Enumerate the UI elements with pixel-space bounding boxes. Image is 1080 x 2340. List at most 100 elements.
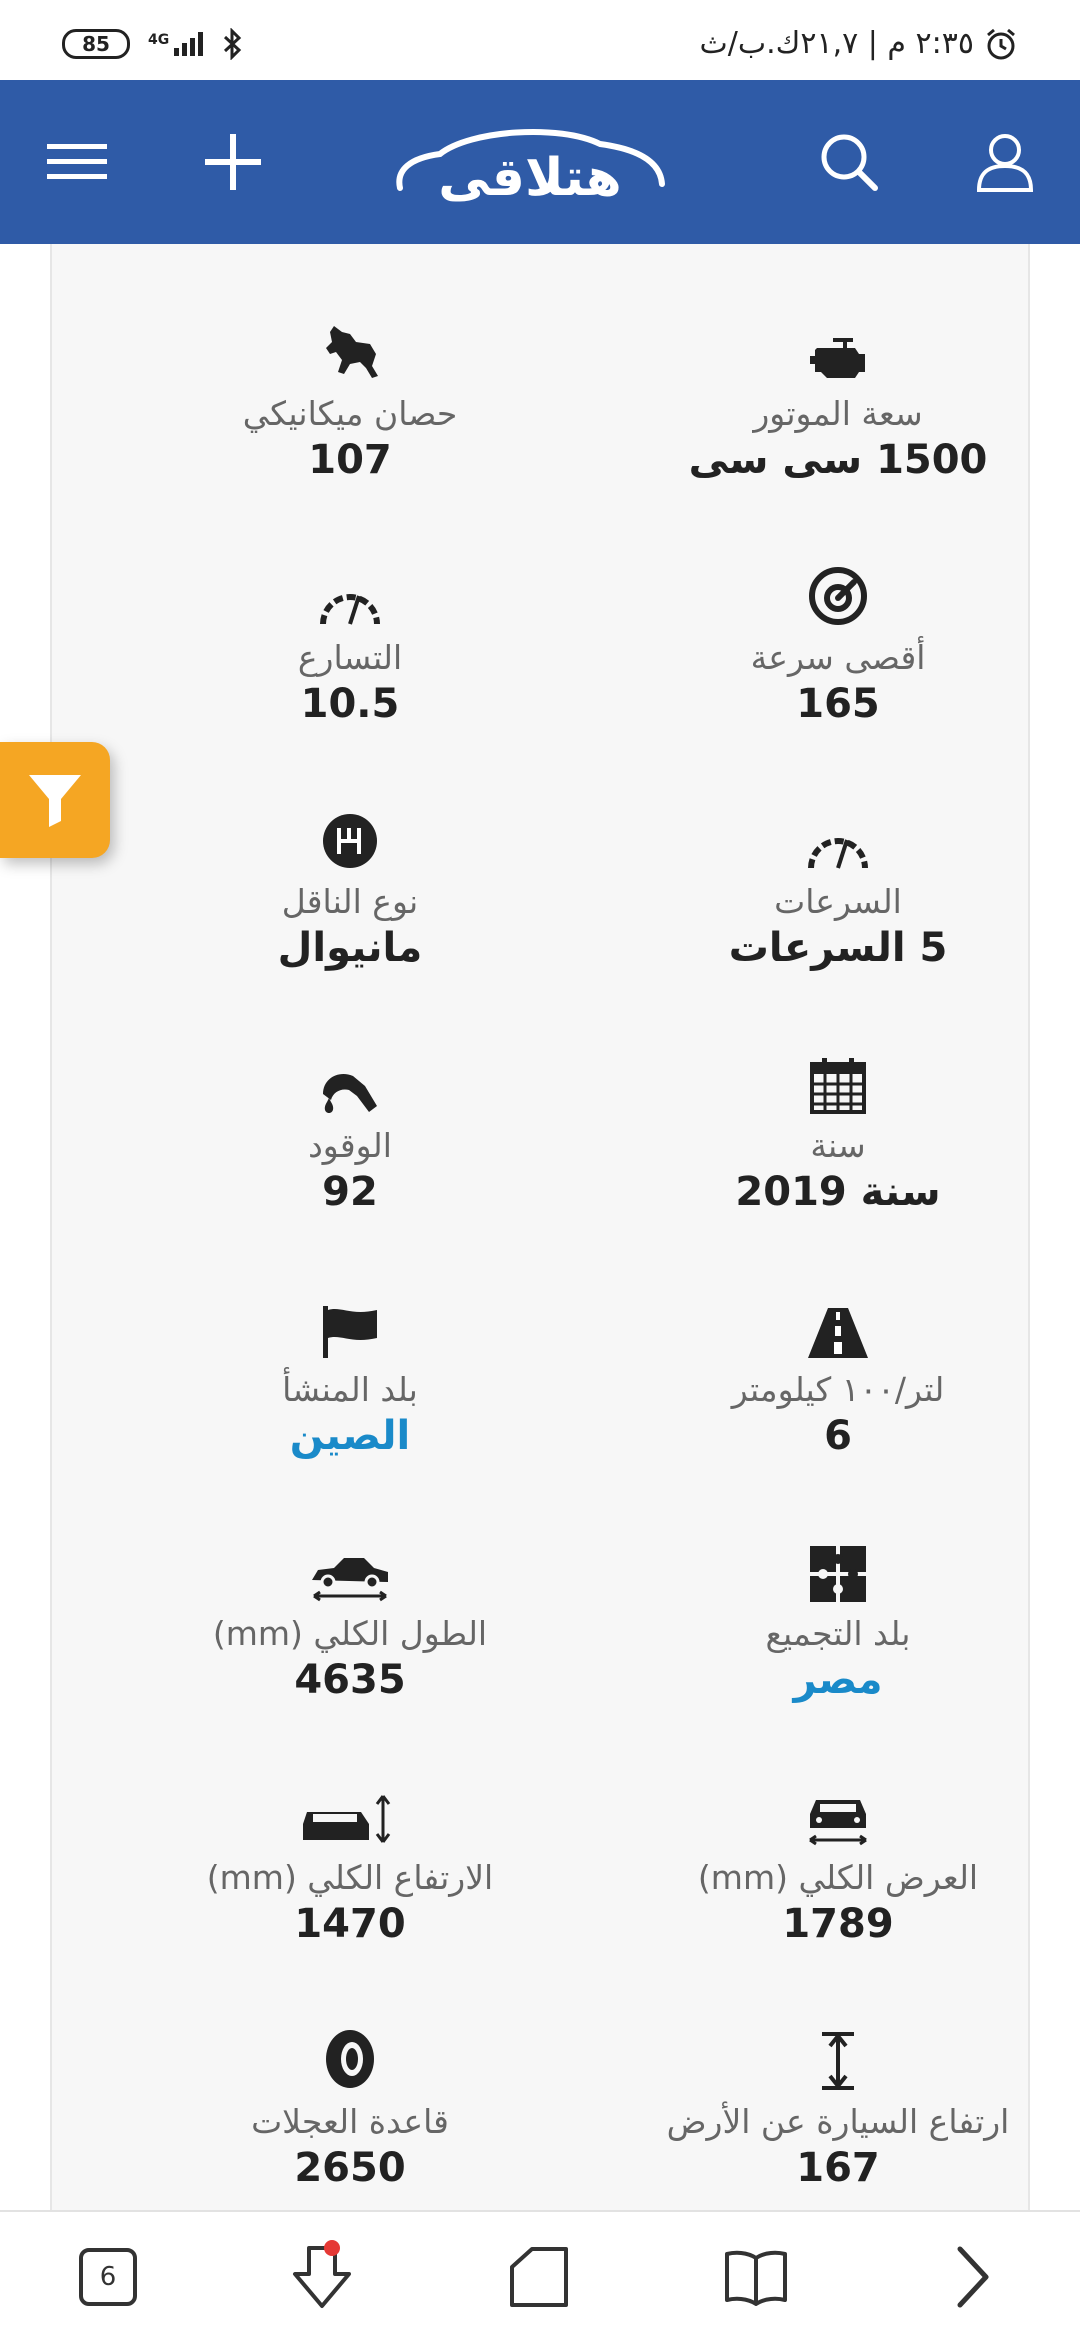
- spec-label: بلد المنشأ: [282, 1370, 418, 1409]
- spec-transmission: نوع الناقل مانيوال: [130, 800, 570, 971]
- spec-gears: السرعات 5 السرعات: [618, 800, 1058, 971]
- spec-value: 2650: [294, 2145, 406, 2191]
- spec-value: سنة 2019: [735, 1169, 941, 1215]
- spec-label: الارتفاع الكلي (mm): [206, 1858, 494, 1897]
- horse-icon: [326, 326, 378, 378]
- road-icon: [808, 1308, 868, 1358]
- spec-label: سعة الموتور: [753, 394, 923, 433]
- spec-label: لتر/١٠٠ كيلومتر: [731, 1370, 945, 1409]
- spec-value: 4635: [294, 1657, 406, 1703]
- spec-value: 1470: [294, 1901, 406, 1947]
- browser-bottom-nav: 6: [0, 2210, 1080, 2340]
- menu-button[interactable]: [22, 80, 132, 244]
- spec-value: 1500 سى سى: [688, 437, 988, 483]
- spec-label: الوقود: [308, 1126, 392, 1165]
- spec-value: 92: [322, 1169, 378, 1215]
- spec-value: 10.5: [300, 681, 400, 727]
- spec-value: 165: [796, 681, 880, 727]
- plus-icon: [205, 134, 261, 190]
- app-header: هتلاقى: [0, 80, 1080, 244]
- hamburger-icon: [47, 144, 107, 179]
- spec-label: قاعدة العجلات: [251, 2102, 449, 2141]
- account-button[interactable]: [950, 80, 1060, 244]
- tire-icon: [326, 2030, 374, 2088]
- speedometer-icon: [808, 838, 868, 869]
- gearbox-icon: [323, 814, 377, 868]
- max-speed-icon: [809, 567, 867, 625]
- spec-wheelbase: قاعدة العجلات 2650: [130, 2020, 570, 2191]
- speedometer-icon: [320, 594, 380, 625]
- home-icon: [510, 2247, 568, 2307]
- calendar-icon: [810, 1058, 866, 1114]
- spec-ground-clearance: ارتفاع السيارة عن الأرض 167: [618, 2020, 1058, 2191]
- fuel-pump-icon: [323, 1074, 377, 1113]
- bluetooth-icon: [224, 28, 242, 60]
- spec-origin-country: بلد المنشأ الصين: [130, 1288, 570, 1459]
- spec-label: أقصى سرعة: [750, 638, 926, 677]
- spec-acceleration: التسارع 10.5: [130, 556, 570, 727]
- spec-width: العرض الكلي (mm) 1789: [618, 1776, 1058, 1947]
- spec-engine: سعة الموتور 1500 سى سى: [618, 312, 1058, 483]
- status-bar: 85 4G ٢:٣٥ م | ٢١,٧ك.ب/ث: [0, 0, 1080, 80]
- spec-value: 107: [308, 437, 392, 483]
- chevron-right-icon: [957, 2246, 989, 2308]
- spec-label: العرض الكلي (mm): [697, 1858, 979, 1897]
- car-length-icon: [312, 1558, 388, 1602]
- spec-value: 5 السرعات: [728, 925, 948, 971]
- status-time: ٢:٣٥ م | ٢١,٧ك.ب/ث: [700, 26, 1019, 61]
- tabs-button[interactable]: 6: [48, 2212, 168, 2340]
- filter-button[interactable]: [0, 742, 110, 858]
- search-icon: [821, 134, 878, 191]
- add-button[interactable]: [178, 80, 288, 244]
- puzzle-icon: [810, 1546, 866, 1602]
- status-time-text: ٢:٣٥ م | ٢١,٧ك.ب/ث: [699, 26, 975, 61]
- notification-dot: [324, 2240, 340, 2256]
- spec-horsepower: حصان ميكانيكي 107: [130, 312, 570, 483]
- book-icon: [725, 2250, 787, 2306]
- spec-length: الطول الكلي (mm) 4635: [130, 1532, 570, 1703]
- site-logo[interactable]: هتلاقى: [390, 118, 670, 210]
- spec-label: حصان ميكانيكي: [242, 394, 458, 433]
- status-icons: 85 4G: [62, 28, 243, 60]
- home-button[interactable]: [480, 2212, 600, 2340]
- spec-label: ارتفاع السيارة عن الأرض: [666, 2102, 1010, 2141]
- spec-label: الطول الكلي (mm): [212, 1614, 488, 1653]
- spec-label: نوع الناقل: [281, 882, 419, 921]
- spec-max-speed: أقصى سرعة 165: [618, 556, 1058, 727]
- spec-value: 1789: [782, 1901, 894, 1947]
- spec-label: السرعات: [774, 882, 902, 921]
- origin-country-link[interactable]: الصين: [130, 1413, 570, 1459]
- downloads-button[interactable]: [262, 2212, 382, 2340]
- logo-text: هتلاقى: [438, 148, 622, 208]
- car-height-icon: [303, 1795, 391, 1843]
- spec-value: 167: [796, 2145, 880, 2191]
- spec-label: سنة: [810, 1126, 866, 1165]
- car-width-icon: [809, 1800, 867, 1846]
- battery-indicator: 85: [62, 29, 130, 59]
- bookmarks-button[interactable]: [696, 2212, 816, 2340]
- spec-label: بلد التجميع: [765, 1614, 911, 1653]
- user-icon: [976, 134, 1034, 192]
- network-type: 4G: [148, 32, 170, 48]
- alarm-icon: [987, 28, 1015, 59]
- engine-icon: [810, 338, 865, 378]
- search-button[interactable]: [794, 80, 904, 244]
- spec-value: 6: [824, 1413, 852, 1459]
- flag-icon: [323, 1306, 377, 1358]
- specs-panel: سعة الموتور 1500 سى سى حصان ميكانيكي 107…: [50, 244, 1030, 2210]
- spec-label: التسارع: [297, 638, 403, 677]
- spec-assembly-country: بلد التجميع مصر: [618, 1532, 1058, 1703]
- filter-icon: [29, 775, 81, 827]
- assembly-country-link[interactable]: مصر: [618, 1657, 1058, 1703]
- ground-clearance-icon: [822, 2032, 854, 2090]
- spec-year: سنة سنة 2019: [618, 1044, 1058, 1215]
- download-icon: [293, 2246, 351, 2308]
- spec-value: مانيوال: [277, 925, 423, 971]
- signal-icon: 4G: [148, 32, 204, 56]
- forward-button[interactable]: [912, 2212, 1032, 2340]
- spec-consumption: لتر/١٠٠ كيلومتر 6: [618, 1288, 1058, 1459]
- spec-fuel: الوقود 92: [130, 1044, 570, 1215]
- tabs-count: 6: [79, 2248, 137, 2306]
- specs-content[interactable]: سعة الموتور 1500 سى سى حصان ميكانيكي 107…: [0, 244, 1080, 2210]
- spec-height: الارتفاع الكلي (mm) 1470: [130, 1776, 570, 1947]
